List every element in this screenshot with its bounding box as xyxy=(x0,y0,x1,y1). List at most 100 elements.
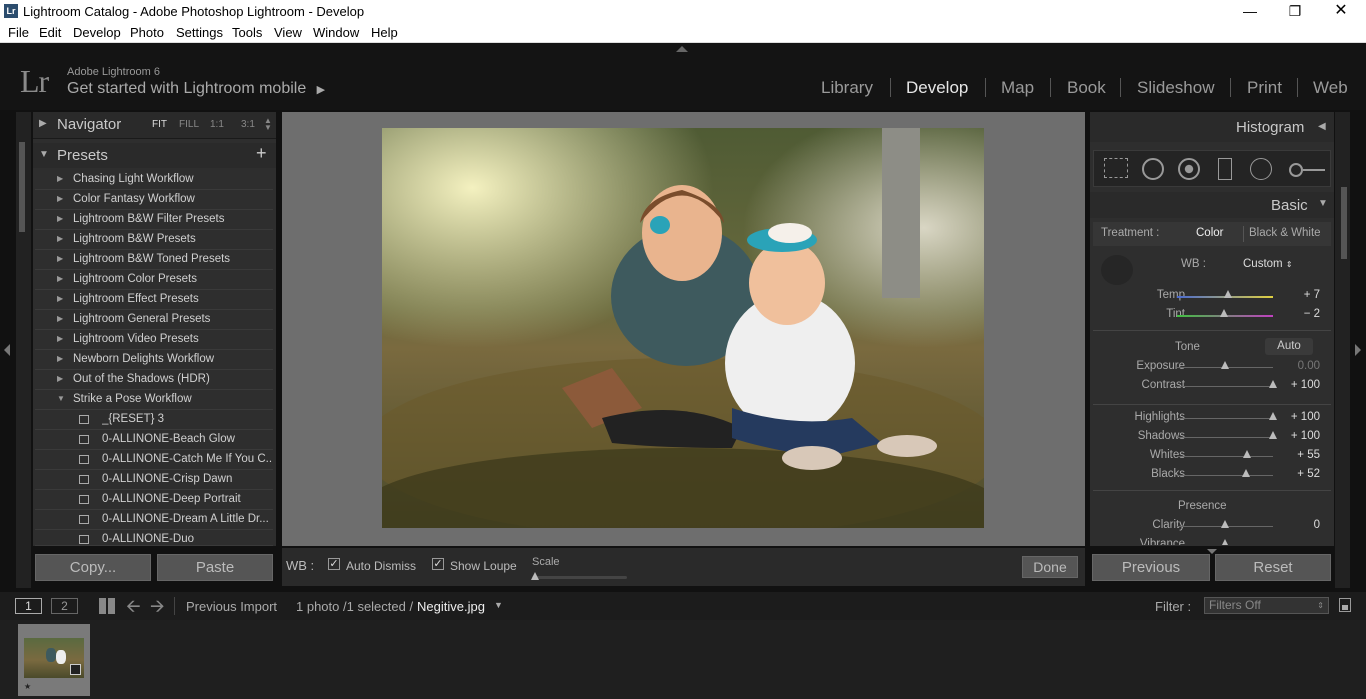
graduated-filter-icon[interactable] xyxy=(1218,158,1232,180)
treatment-color[interactable]: Color xyxy=(1196,227,1223,239)
slider-value[interactable]: + 100 xyxy=(1291,379,1320,391)
spot-removal-icon[interactable] xyxy=(1142,158,1164,180)
preset-folder[interactable]: ▶ Lightroom Color Presets xyxy=(35,270,273,290)
menu-edit[interactable]: Edit xyxy=(39,25,61,40)
slider-track[interactable] xyxy=(1177,418,1273,419)
slider-value[interactable]: + 52 xyxy=(1297,468,1320,480)
slider-track[interactable] xyxy=(1177,386,1273,387)
slider-knob-icon[interactable] xyxy=(1223,290,1232,298)
menu-photo[interactable]: Photo xyxy=(130,25,164,40)
module-print[interactable]: Print xyxy=(1247,78,1282,98)
zoom-stepper-icon[interactable]: ▲ ▼ xyxy=(264,117,272,132)
add-preset-icon[interactable]: + xyxy=(256,143,267,164)
collapse-basic-icon[interactable]: ▼ xyxy=(1318,198,1328,209)
expand-folder-icon[interactable]: ▶ xyxy=(57,234,63,243)
paste-button[interactable]: Paste xyxy=(157,554,273,581)
module-library[interactable]: Library xyxy=(821,78,873,98)
expand-folder-icon[interactable]: ▶ xyxy=(57,214,63,223)
preset-folder[interactable]: ▶ Newborn Delights Workflow xyxy=(35,350,273,370)
menu-help[interactable]: Help xyxy=(371,25,398,40)
auto-dismiss-checkbox[interactable]: ✓ xyxy=(328,558,340,570)
filter-lock-icon[interactable] xyxy=(1339,598,1351,612)
slider-value[interactable]: − 2 xyxy=(1304,308,1320,320)
presets-header[interactable]: ▼ Presets + xyxy=(33,143,276,168)
slider-knob-icon[interactable] xyxy=(1221,539,1229,545)
expand-folder-icon[interactable]: ▶ xyxy=(57,294,63,303)
menu-window[interactable]: Window xyxy=(313,25,359,40)
filename[interactable]: Negitive.jpg xyxy=(417,599,485,614)
collapse-right-icon[interactable] xyxy=(1355,344,1361,356)
thumbnail-cell[interactable]: ★ xyxy=(18,624,90,696)
treatment-bw[interactable]: Black & White xyxy=(1249,227,1321,239)
red-eye-icon[interactable] xyxy=(1178,158,1200,180)
expand-folder-icon[interactable]: ▶ xyxy=(57,194,63,203)
expand-folder-icon[interactable]: ▶ xyxy=(57,354,63,363)
slider-knob-icon[interactable] xyxy=(1269,412,1277,420)
slider-knob-icon[interactable] xyxy=(1242,469,1251,477)
slider-track[interactable] xyxy=(1177,456,1273,457)
preset-item[interactable]: 0-ALLINONE-Dream A Little Dr... xyxy=(35,510,273,530)
slider-clarity[interactable]: Clarity 0 xyxy=(1090,517,1334,536)
preset-folder[interactable]: ▶ Lightroom B&W Presets xyxy=(35,230,273,250)
module-slideshow[interactable]: Slideshow xyxy=(1137,78,1215,98)
histogram-header[interactable]: Histogram ◀ xyxy=(1090,112,1334,142)
previous-button[interactable]: Previous xyxy=(1092,554,1210,581)
scale-knob-icon[interactable] xyxy=(531,572,539,580)
primary-view-button[interactable]: 1 xyxy=(15,598,42,614)
module-map[interactable]: Map xyxy=(1001,78,1034,98)
zoom-1-1[interactable]: 1:1 xyxy=(210,119,224,130)
slider-value[interactable]: + 55 xyxy=(1297,449,1320,461)
source-label[interactable]: Previous Import xyxy=(186,599,277,614)
expand-folder-icon[interactable]: ▶ xyxy=(57,314,63,323)
module-web[interactable]: Web xyxy=(1313,78,1348,98)
menu-settings[interactable]: Settings xyxy=(176,25,223,40)
zoom-fill[interactable]: FILL xyxy=(179,119,199,130)
menu-tools[interactable]: Tools xyxy=(232,25,262,40)
slider-contrast[interactable]: Contrast + 100 xyxy=(1090,377,1334,396)
slider-knob-icon[interactable] xyxy=(1243,450,1252,458)
slider-knob-icon[interactable] xyxy=(1221,361,1229,369)
minimize-icon[interactable]: — xyxy=(1227,0,1273,23)
slider-highlights[interactable]: Highlights + 100 xyxy=(1090,409,1334,428)
close-icon[interactable]: ✕ xyxy=(1318,0,1364,23)
filter-select[interactable]: Filters Off ⇕ xyxy=(1204,597,1329,614)
preset-folder[interactable]: ▶ Chasing Light Workflow xyxy=(35,170,273,190)
menu-view[interactable]: View xyxy=(274,25,302,40)
slider-knob-icon[interactable] xyxy=(1269,380,1277,388)
preset-item[interactable]: 0-ALLINONE-Duo xyxy=(35,530,273,546)
left-scrollbar[interactable] xyxy=(19,142,25,232)
preset-folder[interactable]: ▶ Lightroom Effect Presets xyxy=(35,290,273,310)
module-book[interactable]: Book xyxy=(1067,78,1106,98)
filename-dropdown-icon[interactable]: ▼ xyxy=(494,600,503,610)
slider-value[interactable]: + 100 xyxy=(1291,430,1320,442)
grid-view-icon[interactable] xyxy=(99,598,115,614)
preset-folder[interactable]: ▶ Lightroom B&W Filter Presets xyxy=(35,210,273,230)
show-loupe-checkbox[interactable]: ✓ xyxy=(432,558,444,570)
collapse-folder-icon[interactable]: ▼ xyxy=(57,394,65,403)
slider-value[interactable]: + 7 xyxy=(1304,289,1320,301)
preset-item[interactable]: _{RESET} 3 xyxy=(35,410,273,430)
slider-track[interactable] xyxy=(1177,475,1273,476)
preset-folder[interactable]: ▶ Color Fantasy Workflow xyxy=(35,190,273,210)
wb-eyedropper-icon[interactable] xyxy=(1101,255,1133,285)
preset-folder[interactable]: ▶ Lightroom Video Presets xyxy=(35,330,273,350)
expand-folder-icon[interactable]: ▶ xyxy=(57,334,63,343)
menu-develop[interactable]: Develop xyxy=(73,25,121,40)
module-develop[interactable]: Develop xyxy=(906,78,968,98)
slider-value[interactable]: 0 xyxy=(1314,519,1320,531)
slider-knob-icon[interactable] xyxy=(1220,309,1229,317)
menu-file[interactable]: File xyxy=(8,25,29,40)
collapse-top-icon[interactable] xyxy=(676,46,688,52)
crop-tool-icon[interactable] xyxy=(1104,158,1128,178)
slider-tint[interactable]: Tint − 2 xyxy=(1090,306,1334,325)
zoom-3-1[interactable]: 3:1 xyxy=(241,119,255,130)
reset-button[interactable]: Reset xyxy=(1215,554,1331,581)
preset-folder[interactable]: ▼ Strike a Pose Workflow xyxy=(35,390,273,410)
restore-icon[interactable]: ❐ xyxy=(1272,0,1318,23)
radial-filter-icon[interactable] xyxy=(1250,158,1272,180)
slider-value[interactable]: 0.00 xyxy=(1298,360,1320,372)
preset-folder[interactable]: ▶ Lightroom General Presets xyxy=(35,310,273,330)
slider-blacks[interactable]: Blacks + 52 xyxy=(1090,466,1334,485)
preset-item[interactable]: 0-ALLINONE-Deep Portrait xyxy=(35,490,273,510)
secondary-view-button[interactable]: 2 xyxy=(51,598,78,614)
